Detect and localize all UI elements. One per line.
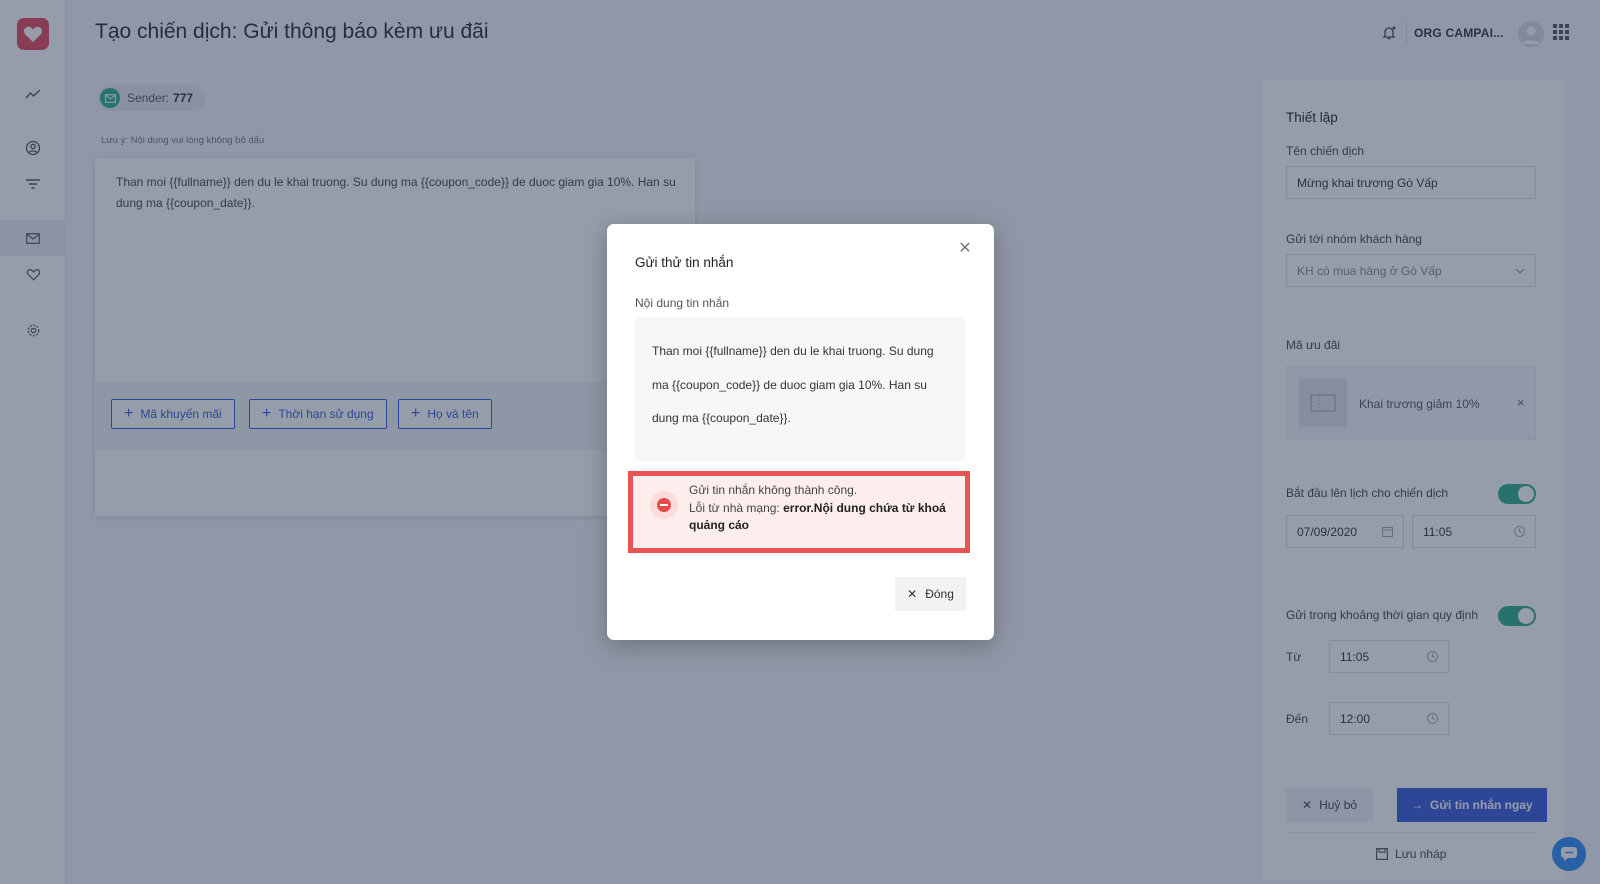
test-message-dialog: Gửi thử tin nhắn ✕ Nội dung tin nhắn Tha… xyxy=(607,224,994,640)
error-alert: Gửi tin nhắn không thành công. Lỗi từ nh… xyxy=(628,471,970,553)
message-content-label: Nội dung tin nhắn xyxy=(635,296,730,310)
close-dialog-button[interactable]: ✕ Đóng xyxy=(895,577,966,611)
dialog-close-icon[interactable]: ✕ xyxy=(955,238,975,258)
close-dialog-label: Đóng xyxy=(925,587,954,601)
error-minus-icon xyxy=(650,491,678,519)
close-icon: ✕ xyxy=(907,587,918,601)
error-title: Gửi tin nhắn không thành công. xyxy=(689,483,858,497)
error-prefix: Lỗi từ nhà mạng: xyxy=(689,500,780,515)
dialog-title: Gửi thử tin nhắn xyxy=(635,255,734,270)
message-preview: Than moi {{fullname}} den du le khai tru… xyxy=(635,317,965,461)
error-message: Lỗi từ nhà mạng: error.Nội dung chứa từ … xyxy=(689,500,955,535)
